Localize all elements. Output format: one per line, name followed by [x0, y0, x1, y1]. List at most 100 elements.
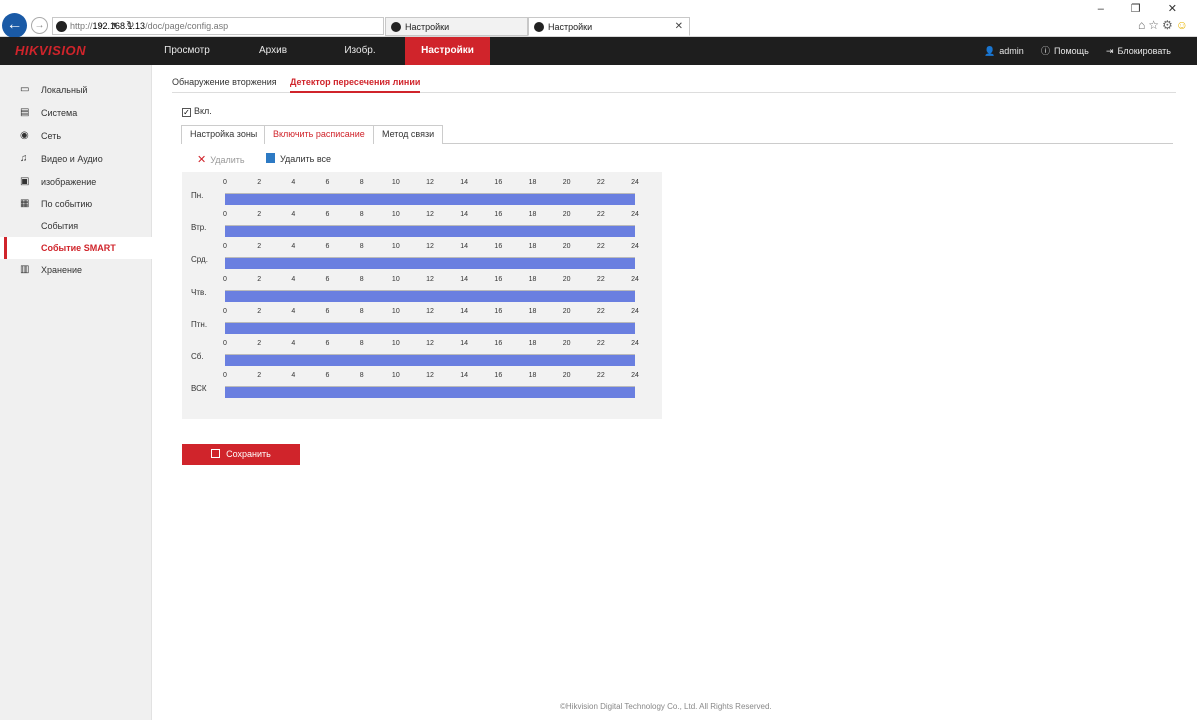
user-menu[interactable]: 👤 admin — [984, 37, 1024, 65]
hour-tick-label: 18 — [528, 243, 537, 251]
hour-tick-label: 22 — [596, 372, 605, 380]
sidebar-item-storage[interactable]: ▥ Хранение — [0, 259, 152, 281]
hour-tick-label: 12 — [426, 275, 434, 283]
sidebar-item-network[interactable]: ◉ Сеть — [0, 125, 152, 147]
delete-label: Удалить — [210, 155, 245, 165]
sidebar-item-label: События — [41, 221, 79, 231]
logout-icon: ⇥ — [1106, 46, 1114, 56]
window-controls[interactable]: – ❐ ✕ — [1098, 2, 1189, 15]
schedule-time-bar[interactable] — [225, 387, 635, 399]
schedule-time-bar[interactable] — [225, 194, 635, 205]
hour-tick-label: 22 — [596, 307, 605, 315]
hour-tick-label: 2 — [257, 372, 262, 380]
hour-tick-label: 14 — [460, 243, 469, 251]
hour-tick-label: 12 — [426, 340, 434, 347]
hour-tick-label: 2 — [257, 275, 262, 283]
hour-tick-label: 10 — [391, 211, 400, 219]
enable-checkbox[interactable]: ✓ — [182, 108, 191, 117]
smiley-icon[interactable]: ☺ — [1176, 18, 1191, 32]
gear-icon[interactable]: ⚙ — [1162, 18, 1176, 32]
address-bar[interactable]: http://192.168.1.13/doc/page/config.asp … — [52, 17, 384, 35]
nav-configuration[interactable]: Настройки — [405, 37, 490, 65]
sidebar-item-label: По событию — [41, 199, 93, 209]
sidebar-item-system[interactable]: ▤ Система — [0, 102, 152, 124]
step-arming-schedule[interactable]: Включить расписание — [264, 125, 374, 144]
nav-live-view[interactable]: Просмотр — [152, 37, 222, 65]
sidebar-item-label: Сеть — [41, 131, 62, 141]
hour-tick-label: 0 — [223, 275, 227, 283]
hour-tick-label: 0 — [223, 307, 227, 315]
star-icon[interactable]: ☆ — [1148, 18, 1162, 32]
image-icon: ▣ — [20, 176, 30, 187]
tab-intrusion-detection[interactable]: Обнаружение вторжения — [172, 77, 277, 87]
hour-tick-label: 14 — [460, 372, 469, 380]
enable-checkbox-row[interactable]: ✓ Вкл. — [182, 106, 212, 117]
browser-toolbar-icons[interactable]: ⌂☆⚙☺ — [1138, 18, 1191, 32]
schedule-time-bar[interactable] — [225, 290, 635, 302]
sidebar-item-basic-events[interactable]: События — [0, 215, 152, 237]
lock-button[interactable]: ⇥ Блокировать — [1106, 37, 1171, 65]
sidebar-item-image[interactable]: ▣ изображение — [0, 171, 152, 193]
calendar-icon: ▦ — [20, 198, 30, 209]
browser-tab-2[interactable]: Настройки ✕ — [528, 17, 690, 36]
hour-tick-label: 6 — [325, 307, 330, 315]
schedule-day-row: Сб. 0 2 4 6 8 10 12 14 16 18 20 22 24 — [182, 336, 662, 368]
tab-favicon-icon — [391, 22, 401, 32]
sidebar-item-event[interactable]: ▦ По событию — [0, 193, 152, 215]
sidebar-item-smart-event[interactable]: Событие SMART — [0, 237, 152, 259]
footer-copyright: ©Hikvision Digital Technology Co., Ltd. … — [560, 702, 772, 711]
address-tools-icon[interactable]: ⌕ ▾ ↻ — [98, 20, 379, 31]
user-name: admin — [999, 46, 1024, 56]
nav-playback[interactable]: Архив — [243, 37, 303, 65]
hour-tick-label: 10 — [391, 275, 400, 283]
day-label: Пн. — [191, 191, 204, 200]
hour-tick-label: 24 — [631, 243, 639, 251]
hour-tick-label: 12 — [426, 372, 434, 380]
help-button[interactable]: ⓘ Помощь — [1041, 37, 1089, 65]
hour-tick-label: 18 — [528, 372, 537, 380]
day-label: Втр. — [191, 223, 207, 233]
hour-tick-label: 22 — [596, 179, 605, 186]
hour-tick-label: 8 — [359, 307, 364, 315]
home-icon[interactable]: ⌂ — [1138, 18, 1148, 32]
user-icon: 👤 — [984, 46, 996, 56]
hour-tick-label: 22 — [596, 340, 605, 347]
help-label: Помощь — [1054, 46, 1089, 56]
hour-tick-label: 6 — [325, 275, 330, 283]
hour-tick-label: 24 — [631, 275, 639, 283]
hour-tick-label: 10 — [391, 307, 400, 315]
hour-tick-label: 16 — [494, 211, 503, 219]
hour-tick-label: 8 — [359, 179, 364, 186]
forward-arrow-icon[interactable]: → — [31, 17, 48, 34]
save-button[interactable]: Сохранить — [182, 444, 300, 465]
hour-tick-label: 16 — [494, 179, 503, 186]
schedule-time-bar[interactable] — [225, 322, 635, 334]
hour-tick-label: 12 — [426, 179, 434, 186]
back-arrow-icon[interactable]: ← — [2, 13, 27, 38]
schedule-time-bar[interactable] — [225, 226, 635, 238]
sidebar-item-label: Система — [41, 108, 78, 118]
hour-tick-label: 4 — [291, 307, 296, 315]
schedule-day-row: Пн. 0 2 4 6 8 10 12 14 16 18 20 22 24 — [182, 175, 662, 207]
step-area-settings[interactable]: Настройка зоны — [181, 125, 267, 144]
hour-tick-label: 4 — [291, 211, 296, 219]
sidebar-item-video-audio[interactable]: ♫ Видео и Аудио — [0, 148, 152, 170]
delete-button[interactable]: ✕ Удалить — [197, 153, 245, 166]
tab-line-crossing[interactable]: Детектор пересечения линии — [290, 77, 421, 93]
hour-tick-label: 18 — [528, 179, 537, 186]
schedule-time-bar[interactable] — [225, 355, 635, 366]
hour-tick-label: 16 — [494, 243, 503, 251]
day-label: Птн. — [191, 319, 208, 329]
hour-tick-label: 22 — [596, 243, 605, 251]
hour-tick-label: 22 — [596, 211, 605, 219]
browser-tab-1[interactable]: Настройки — [385, 17, 528, 36]
hour-tick-label: 16 — [494, 275, 503, 283]
sidebar-item-local[interactable]: ▭ Локальный — [0, 79, 152, 101]
tab-close-icon[interactable]: ✕ — [675, 21, 683, 32]
delete-all-button[interactable]: Удалить все — [266, 153, 331, 164]
hour-tick-label: 22 — [596, 275, 605, 283]
schedule-time-bar[interactable] — [225, 258, 635, 270]
hour-tick-label: 12 — [426, 307, 434, 315]
nav-picture[interactable]: Изобр. — [330, 37, 390, 65]
step-linkage-method[interactable]: Метод связи — [373, 125, 444, 144]
